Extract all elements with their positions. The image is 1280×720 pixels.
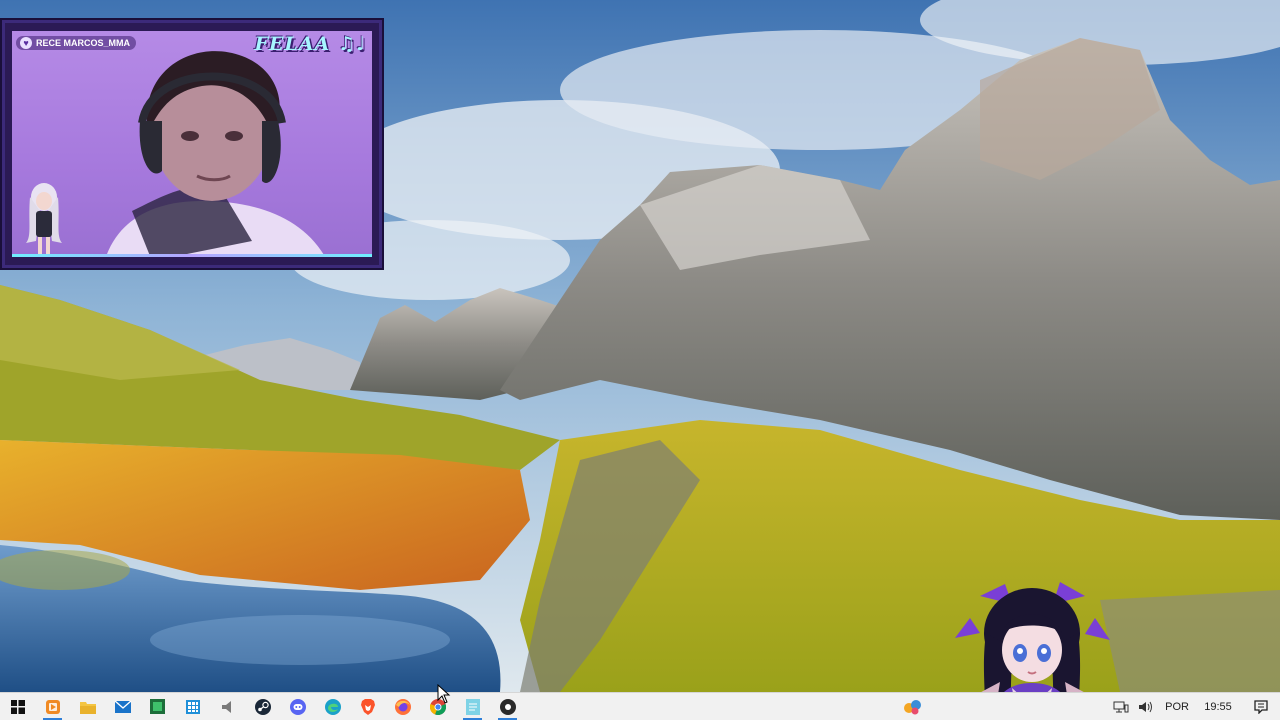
taskbar: POR 19:55 <box>0 692 1280 720</box>
taskbar-app-notepad[interactable] <box>455 693 490 720</box>
taskbar-app-streaming[interactable] <box>490 693 525 720</box>
windows-logo-icon <box>10 699 25 714</box>
mail-icon <box>114 700 131 713</box>
volume-tray-item[interactable] <box>1134 693 1160 720</box>
steam-icon <box>254 698 271 715</box>
shield-heart-icon: ♥ <box>20 37 32 49</box>
green-app-icon <box>150 699 165 714</box>
orange-app-icon <box>45 699 60 714</box>
taskbar-app-calculator[interactable] <box>175 693 210 720</box>
handle-text: RECE MARCOS_MMA <box>36 38 131 48</box>
folder-icon <box>79 701 96 714</box>
grid-app-icon <box>185 699 200 714</box>
streamer-silhouette <box>105 51 326 257</box>
taskbar-app-green[interactable] <box>140 693 175 720</box>
taskbar-app-explorer[interactable] <box>70 693 105 720</box>
brave-icon <box>360 698 375 715</box>
taskbar-app-obs[interactable] <box>35 693 70 720</box>
taskbar-app-volume-mixer[interactable] <box>210 693 245 720</box>
network-tray-item[interactable] <box>1108 693 1134 720</box>
edge-icon <box>324 698 341 715</box>
taskbar-app-edge[interactable] <box>315 693 350 720</box>
mini-anime-avatar <box>26 183 62 257</box>
taskbar-app-discord[interactable] <box>280 693 315 720</box>
firefox-icon <box>394 698 411 715</box>
dark-circle-app-icon <box>499 698 516 715</box>
network-icon <box>1113 701 1129 712</box>
mouse-cursor-icon <box>437 684 451 704</box>
webcam-brand-text: FELAA ♫♩ <box>254 33 366 55</box>
taskbar-app-brave[interactable] <box>350 693 385 720</box>
tray-app-icon[interactable] <box>898 693 928 720</box>
volume-icon <box>1139 701 1153 712</box>
discord-icon <box>289 698 306 715</box>
taskbar-app-steam[interactable] <box>245 693 280 720</box>
notification-icon <box>1254 699 1268 714</box>
system-tray: POR 19:55 <box>898 693 1280 720</box>
language-indicator[interactable]: POR <box>1160 693 1194 720</box>
webcam-feed: ♥ RECE MARCOS_MMA FELAA ♫♩ <box>12 31 372 257</box>
notepad-icon <box>465 698 480 715</box>
taskbar-clock[interactable]: 19:55 <box>1194 701 1242 713</box>
notification-center-button[interactable] <box>1242 699 1280 714</box>
webcam-overlay: ♥ RECE MARCOS_MMA FELAA ♫♩ <box>2 20 382 268</box>
start-button[interactable] <box>0 693 35 720</box>
speaker-icon <box>221 700 231 713</box>
taskbar-app-firefox[interactable] <box>385 693 420 720</box>
colorful-tray-app-icon <box>904 699 922 714</box>
webcam-handle-label: ♥ RECE MARCOS_MMA <box>16 36 137 50</box>
taskbar-app-mail[interactable] <box>105 693 140 720</box>
